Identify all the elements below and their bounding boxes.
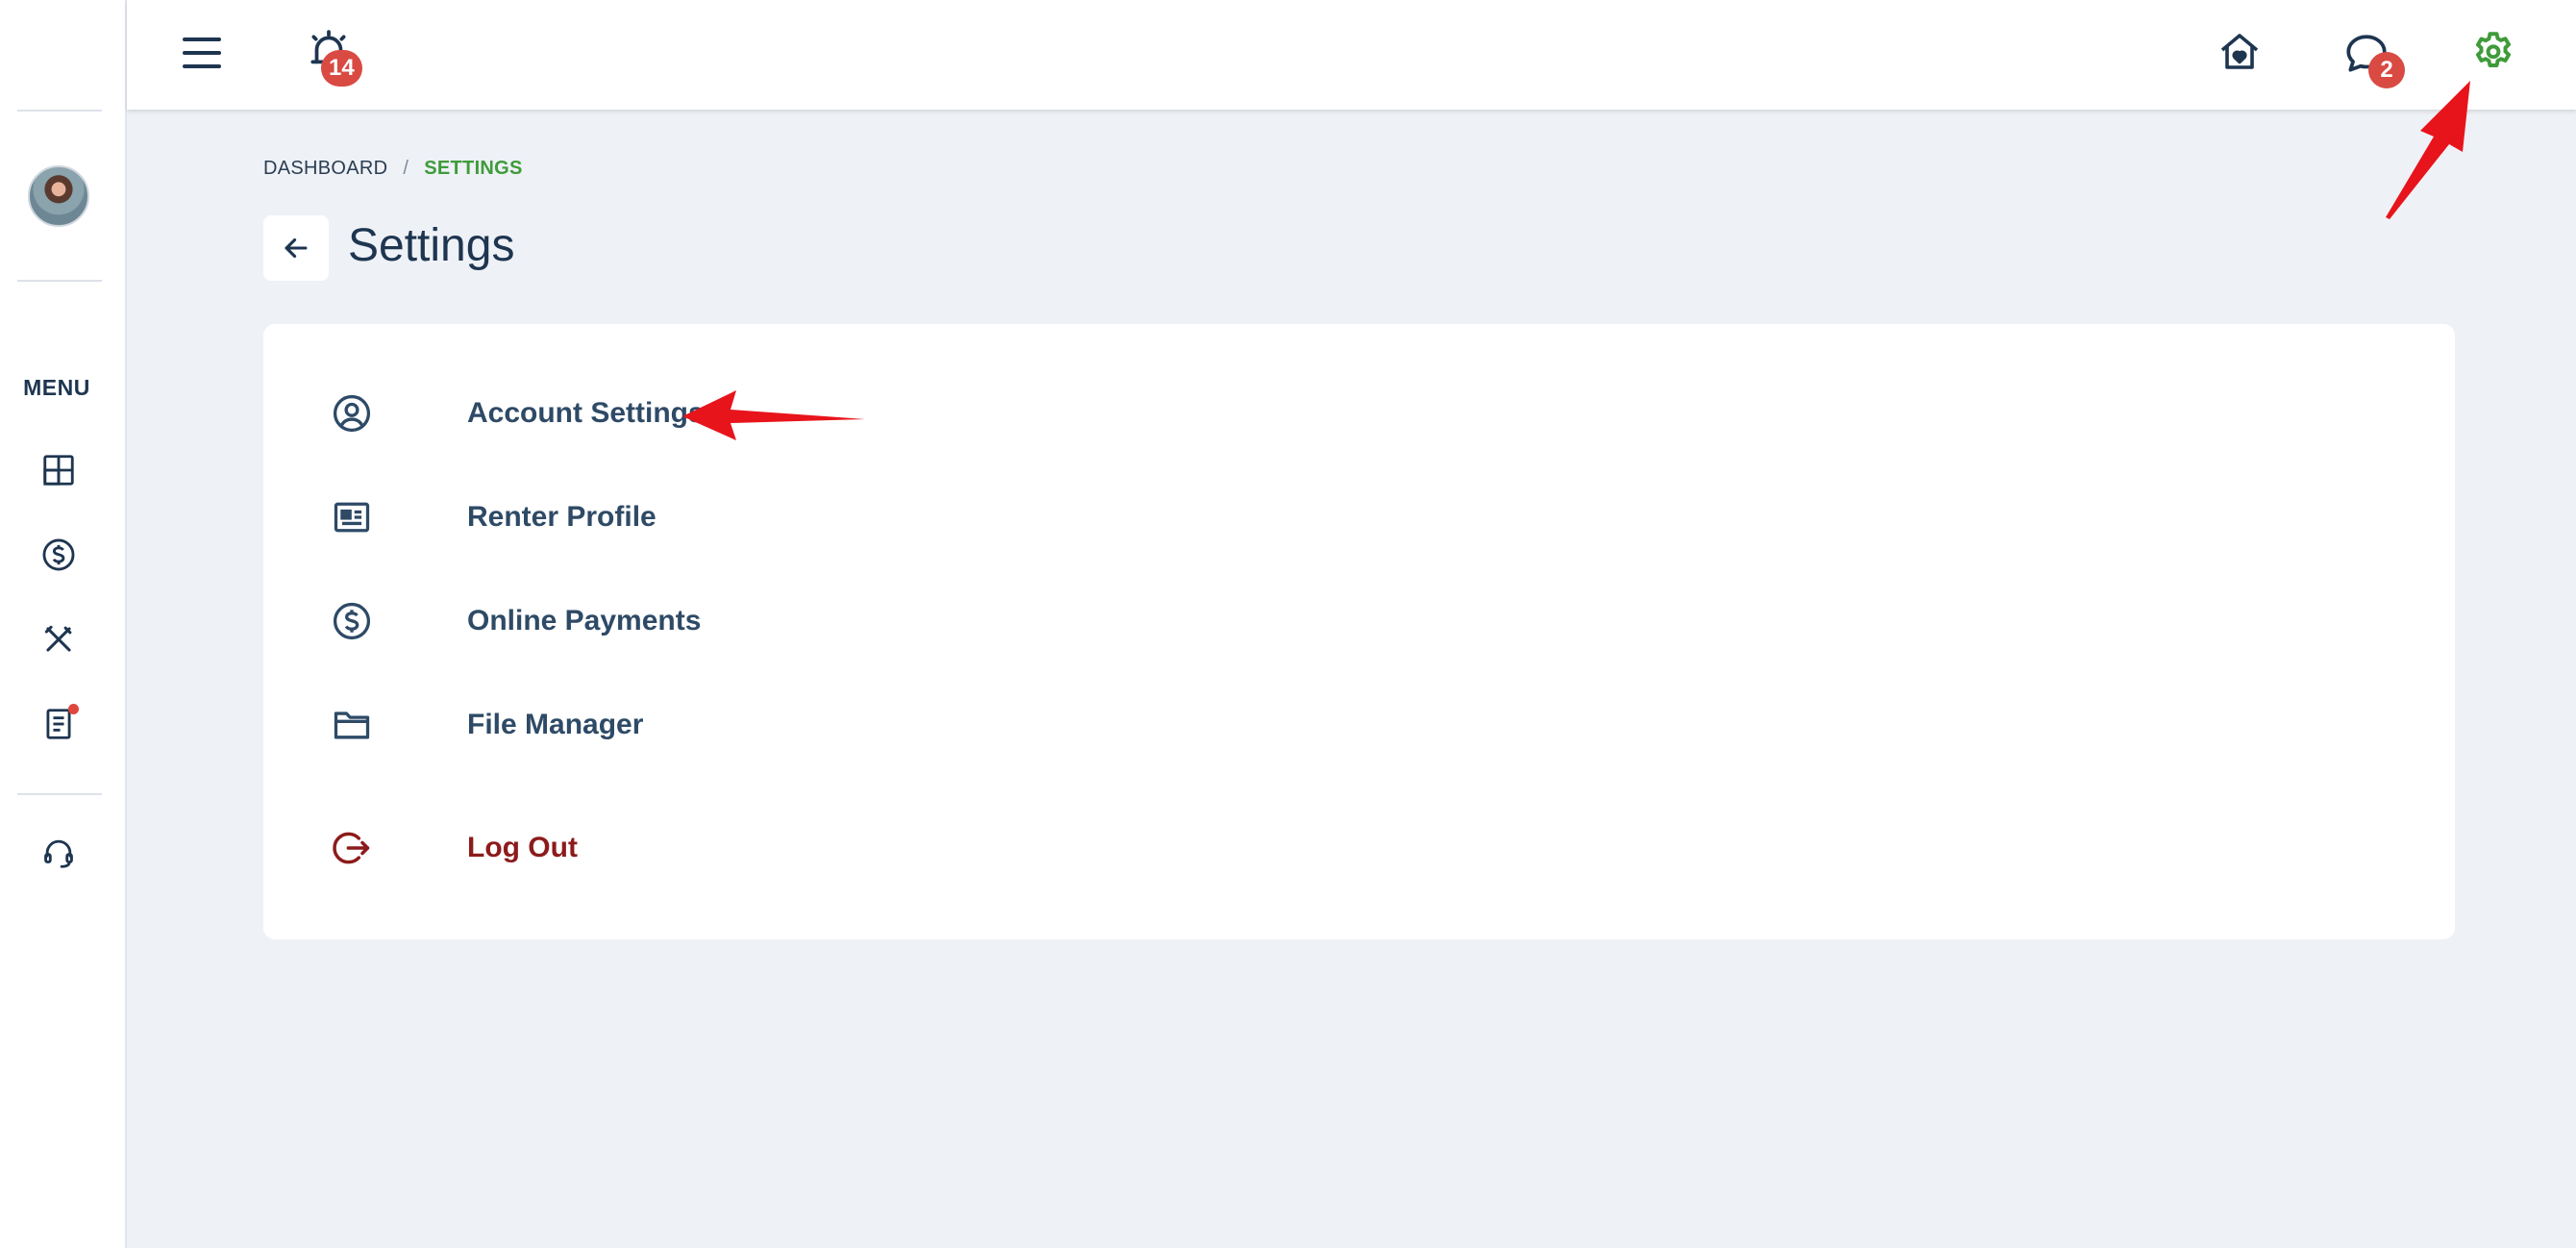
unread-dot bbox=[68, 704, 79, 714]
notification-count-badge: 14 bbox=[321, 50, 362, 87]
logout-icon bbox=[333, 832, 370, 864]
sidebar-divider bbox=[17, 280, 102, 282]
settings-item-label: Renter Profile bbox=[467, 501, 656, 533]
settings-button[interactable] bbox=[2466, 25, 2520, 79]
breadcrumb-dashboard-link[interactable]: DASHBOARD bbox=[263, 158, 387, 180]
page-title: Settings bbox=[348, 220, 515, 271]
dollar-icon bbox=[42, 538, 75, 571]
breadcrumb-separator: / bbox=[403, 158, 409, 179]
home-heart-icon bbox=[2220, 34, 2259, 69]
notifications-button[interactable]: 14 bbox=[300, 23, 362, 87]
top-bar: 14 2 bbox=[127, 0, 2576, 110]
user-avatar[interactable] bbox=[28, 165, 89, 227]
dashboard-icon bbox=[43, 455, 74, 486]
folder-icon bbox=[334, 711, 370, 739]
logout-button[interactable]: Log Out bbox=[331, 819, 578, 877]
messages-button[interactable]: 2 bbox=[2338, 25, 2405, 88]
settings-item-file-manager[interactable]: File Manager bbox=[331, 696, 643, 754]
hamburger-icon bbox=[183, 37, 221, 68]
settings-item-label: Online Payments bbox=[467, 605, 702, 636]
settings-item-online-payments[interactable]: Online Payments bbox=[331, 592, 701, 650]
sidebar-item-payments[interactable] bbox=[37, 533, 81, 577]
headset-icon bbox=[44, 839, 73, 868]
home-button[interactable] bbox=[2213, 25, 2266, 79]
sidebar-divider bbox=[17, 793, 102, 795]
back-button[interactable] bbox=[263, 215, 329, 281]
breadcrumb: DASHBOARD / SETTINGS bbox=[263, 158, 523, 180]
breadcrumb-current: SETTINGS bbox=[424, 158, 523, 179]
settings-item-label: File Manager bbox=[467, 709, 644, 740]
settings-item-renter-profile[interactable]: Renter Profile bbox=[331, 488, 656, 546]
settings-card: Account Settings Renter Profile Online P… bbox=[263, 324, 2455, 939]
dollar-icon bbox=[333, 602, 371, 640]
menu-heading: MENU bbox=[23, 375, 90, 400]
settings-item-account[interactable]: Account Settings bbox=[331, 385, 705, 442]
sidebar-item-documents[interactable] bbox=[37, 702, 81, 746]
menu-toggle-button[interactable] bbox=[175, 29, 229, 77]
sidebar-item-support[interactable] bbox=[37, 831, 81, 875]
sidebar-divider bbox=[17, 110, 102, 112]
sidebar-item-dashboard[interactable] bbox=[37, 448, 81, 492]
arrow-left-icon bbox=[285, 237, 308, 259]
id-card-icon bbox=[334, 502, 370, 533]
settings-item-label: Account Settings bbox=[467, 397, 705, 429]
gear-icon bbox=[2475, 32, 2512, 67]
settings-item-label: Log Out bbox=[467, 832, 578, 863]
sidebar-item-maintenance[interactable] bbox=[37, 617, 81, 661]
message-count-badge: 2 bbox=[2368, 52, 2405, 88]
tools-icon bbox=[44, 625, 72, 652]
left-sidebar: MENU bbox=[0, 0, 127, 1248]
user-circle-icon bbox=[333, 394, 371, 433]
